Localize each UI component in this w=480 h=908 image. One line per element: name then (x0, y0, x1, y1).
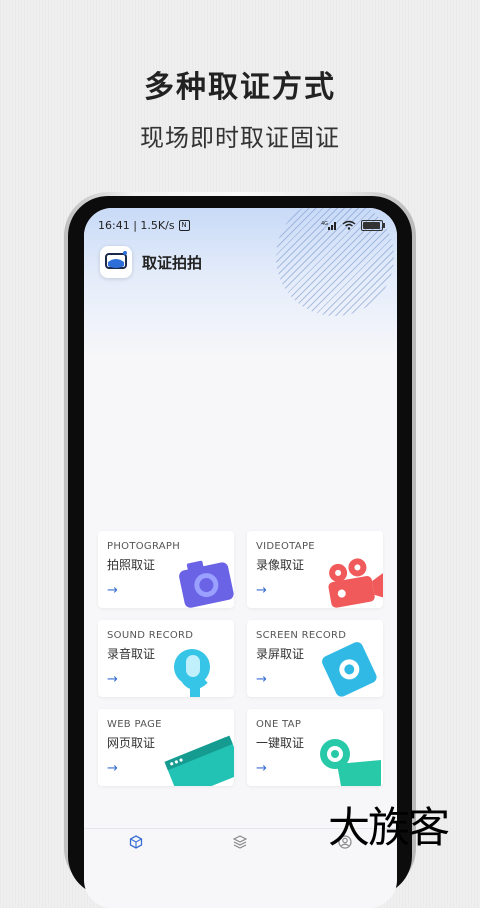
card-en-label: ONE TAP (256, 719, 302, 730)
video-camera-icon (328, 558, 383, 608)
hero-subtitle: 现场即时取证固证 (140, 124, 340, 152)
card-cn-label: 一键取证 (256, 736, 305, 750)
arrow-right-icon[interactable]: → (256, 672, 267, 687)
card-sound-record[interactable]: SOUND RECORD 录音取证 → (98, 620, 234, 697)
signal-type-label: 4G (321, 221, 328, 227)
card-en-label: VIDEOTAPE (256, 541, 315, 552)
app-logo-icon (100, 246, 132, 278)
arrow-right-icon[interactable]: → (256, 583, 267, 598)
card-cn-label: 网页取证 (107, 736, 156, 750)
card-cn-label: 录像取证 (256, 558, 305, 572)
status-bar: 16:41 | 1.5K/s N 4G (84, 208, 397, 242)
watermark-logo: 大族客 (328, 803, 450, 852)
card-photograph[interactable]: PHOTOGRAPH 拍照取证 → (98, 531, 234, 608)
app-header: 取证拍拍 (100, 246, 202, 278)
card-videotape[interactable]: VIDEOTAPE 录像取证 → (247, 531, 383, 608)
battery-icon (361, 219, 385, 231)
app-title: 取证拍拍 (142, 253, 203, 272)
layers-icon[interactable] (233, 834, 248, 849)
tap-icon (320, 739, 381, 786)
card-one-tap[interactable]: ONE TAP 一键取证 → (247, 709, 383, 786)
arrow-right-icon[interactable]: → (256, 761, 267, 776)
cell-signal-icon: 4G (321, 221, 336, 230)
card-en-label: WEB PAGE (107, 719, 162, 730)
arrow-right-icon[interactable]: → (107, 583, 118, 598)
microphone-icon (174, 649, 210, 697)
screen-record-icon (322, 642, 377, 697)
hero-title: 多种取证方式 (144, 70, 336, 105)
card-screen-record[interactable]: SCREEN RECORD 录屏取证 → (247, 620, 383, 697)
camera-icon (179, 560, 234, 608)
card-web-page[interactable]: WEB PAGE 网页取证 → (98, 709, 234, 786)
card-cn-label: 录屏取证 (256, 647, 305, 661)
status-time-speed: 16:41 | 1.5K/s (98, 218, 175, 232)
nfc-icon: N (178, 219, 190, 231)
arrow-right-icon[interactable]: → (107, 672, 118, 687)
wifi-icon (342, 220, 356, 230)
card-cn-label: 录音取证 (107, 647, 156, 661)
arrow-right-icon[interactable]: → (107, 761, 118, 776)
card-cn-label: 拍照取证 (107, 558, 156, 572)
cube-icon[interactable] (129, 834, 143, 849)
browser-icon (164, 735, 234, 786)
